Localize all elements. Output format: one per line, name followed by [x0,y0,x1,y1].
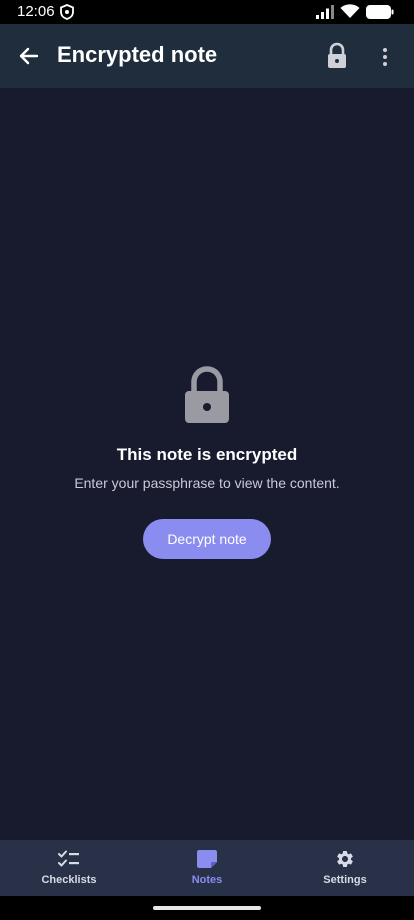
gesture-area [0,896,414,920]
nav-label: Settings [323,874,367,886]
decrypt-note-button[interactable]: Decrypt note [143,519,271,559]
status-bar: 12:06 [0,0,414,24]
nav-item-notes[interactable]: Notes [138,840,276,896]
battery-icon [366,4,394,24]
page-title: Encrypted note [57,42,218,67]
back-button[interactable] [14,44,42,68]
nav-label: Notes [191,874,223,886]
wifi-icon [340,4,360,24]
home-indicator[interactable] [153,906,261,910]
bottom-nav: Checklists Notes Settings [0,840,414,896]
back-arrow-icon [19,47,38,65]
signal-icon [316,4,334,24]
status-time: 12:06 [17,3,55,20]
lock-icon [328,42,346,68]
lock-icon [185,366,229,423]
more-vert-icon [383,48,387,66]
encrypted-subtitle: Enter your passphrase to view the conten… [74,475,340,491]
gear-icon [335,849,355,869]
main-content: This note is encrypted Enter your passph… [0,88,414,840]
app-bar: Encrypted note [0,24,414,88]
checklist-icon [58,849,80,869]
encrypted-title: This note is encrypted [116,445,298,464]
note-icon [197,849,217,869]
nav-label: Checklists [41,874,97,886]
more-options-button[interactable] [376,44,394,70]
nav-item-checklists[interactable]: Checklists [0,840,138,896]
status-icons [316,4,394,24]
nav-item-settings[interactable]: Settings [276,840,414,896]
shield-icon [60,4,74,25]
lock-button[interactable] [326,42,348,70]
